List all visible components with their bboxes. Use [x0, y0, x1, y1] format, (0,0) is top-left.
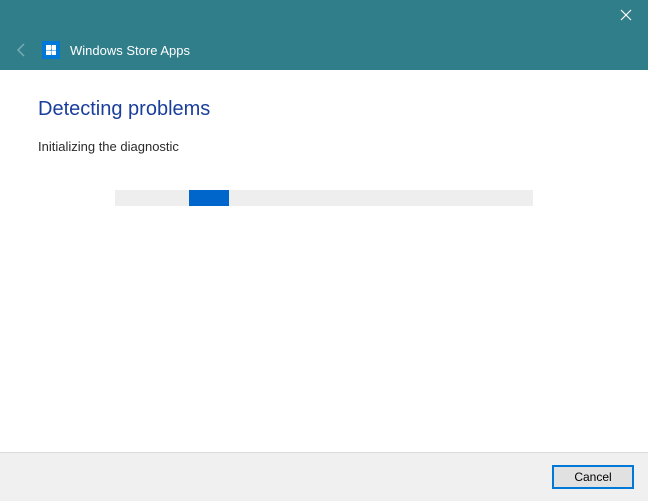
store-app-icon	[42, 41, 60, 59]
window-title: Windows Store Apps	[70, 43, 190, 58]
page-heading: Detecting problems	[38, 98, 610, 121]
close-icon	[620, 9, 632, 21]
back-button	[12, 40, 32, 60]
back-arrow-icon	[14, 42, 30, 58]
progress-indicator	[189, 190, 229, 206]
progress-bar	[115, 190, 533, 206]
titlebar-main: Windows Store Apps	[0, 30, 648, 70]
close-button[interactable]	[604, 0, 648, 30]
titlebar-top	[0, 0, 648, 30]
footer-bar: Cancel	[0, 452, 648, 501]
cancel-button[interactable]: Cancel	[552, 465, 634, 489]
status-text: Initializing the diagnostic	[38, 139, 610, 154]
content-area: Detecting problems Initializing the diag…	[0, 70, 648, 452]
troubleshooter-window: Windows Store Apps Detecting problems In…	[0, 0, 648, 501]
